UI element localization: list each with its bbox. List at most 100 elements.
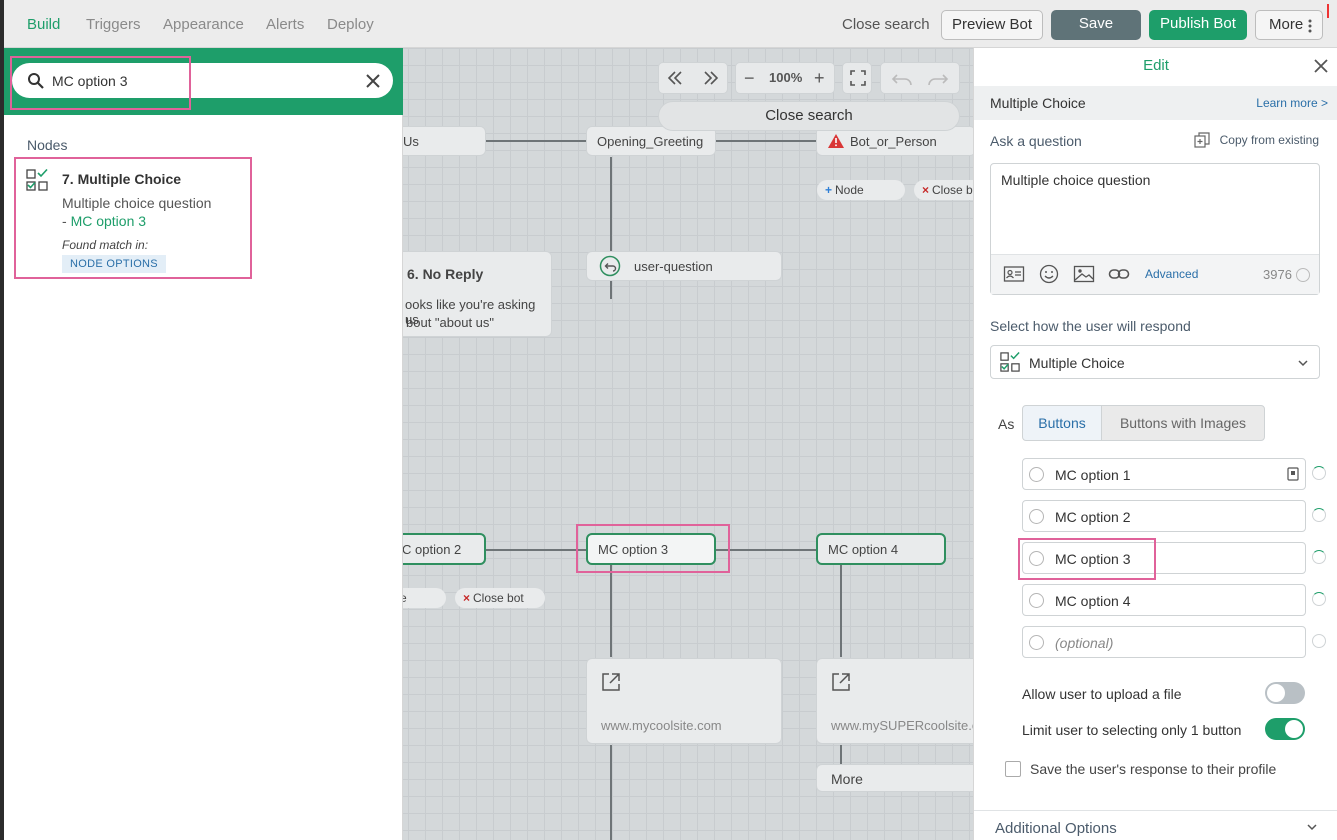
edge — [486, 549, 586, 551]
node-name: Multiple Choice — [990, 95, 1086, 111]
close-search-button[interactable]: Close search — [658, 101, 960, 131]
zoom-out-button[interactable]: − — [744, 63, 755, 93]
nodes-section-label: Nodes — [27, 137, 68, 153]
copy-icon — [1194, 132, 1210, 148]
node-mc-option-4[interactable]: MC option 4 — [816, 533, 946, 565]
edge — [716, 549, 816, 551]
phone-icon[interactable] — [1287, 467, 1299, 481]
zoom-in-button[interactable]: + — [814, 63, 825, 93]
option-row-2[interactable]: MC option 2 — [1022, 500, 1306, 532]
allow-upload-label: Allow user to upload a file — [1022, 686, 1182, 702]
result-highlight — [14, 157, 252, 279]
nav-arrows-group — [658, 62, 728, 94]
toggle-knob — [1267, 684, 1285, 702]
save-button[interactable]: Save — [1051, 10, 1141, 40]
option-label[interactable]: MC option 2 — [1055, 509, 1130, 525]
double-left-icon[interactable] — [667, 71, 683, 85]
respond-type-select[interactable]: Multiple Choice — [990, 345, 1320, 379]
additional-options-title: Additional Options — [995, 820, 1117, 837]
option-row-optional[interactable]: (optional) — [1022, 626, 1306, 658]
option-status-spinner — [1312, 634, 1326, 648]
search-input-highlight — [10, 56, 191, 110]
option-row-1[interactable]: MC option 1 — [1022, 458, 1306, 490]
respond-type-value: Multiple Choice — [1029, 355, 1125, 371]
option-row-4[interactable]: MC option 4 — [1022, 584, 1306, 616]
more-button[interactable]: More — [1255, 10, 1323, 40]
limit-one-label: Limit user to selecting only 1 button — [1022, 722, 1242, 738]
chevron-down-icon — [1298, 360, 1308, 367]
option-radio[interactable] — [1029, 635, 1044, 650]
advanced-link[interactable]: Advanced — [1145, 267, 1198, 281]
node-label: MC option 4 — [828, 542, 899, 557]
close-bot-pill[interactable]: × Close bot — [455, 588, 545, 608]
save-response-checkbox[interactable] — [1005, 761, 1021, 777]
multiple-choice-icon — [1000, 352, 1020, 372]
as-label: As — [998, 416, 1015, 432]
save-response-label[interactable]: Save the user's response to their profil… — [1030, 761, 1276, 777]
top-bar: Build Triggers Appearance Alerts Deploy … — [0, 0, 1337, 48]
publish-bot-button[interactable]: Publish Bot — [1149, 10, 1247, 40]
external-link-icon — [602, 673, 620, 691]
node-url: www.mycoolsite.com — [601, 718, 722, 733]
option-label[interactable]: MC option 4 — [1055, 593, 1130, 609]
copy-from-existing-link[interactable]: Copy from existing — [1194, 132, 1319, 148]
external-link-icon — [832, 673, 850, 691]
contact-card-icon[interactable] — [1003, 264, 1025, 284]
close-bot-pill[interactable]: × Close b — [914, 180, 973, 200]
plus-icon: + — [825, 183, 833, 197]
link-icon[interactable] — [1108, 264, 1130, 284]
tab-build[interactable]: Build — [27, 16, 60, 33]
tab-deploy[interactable]: Deploy — [327, 16, 374, 33]
question-textarea[interactable]: Multiple choice question — [1001, 172, 1309, 252]
search-panel: Nodes 7. Multiple Choice Multiple choice… — [4, 48, 403, 840]
additional-options-section[interactable]: Additional Options — [974, 810, 1337, 840]
node-more[interactable]: More — [816, 764, 973, 792]
edge — [610, 565, 612, 657]
close-search-link[interactable]: Close search — [842, 16, 930, 33]
tab-triggers[interactable]: Triggers — [86, 16, 140, 33]
node-no-reply[interactable]: 6. No Reply ooks like you're asking us b… — [380, 251, 552, 337]
buttons-with-images-tab[interactable]: Buttons with Images — [1101, 405, 1265, 441]
edit-panel-title: Edit — [1143, 57, 1169, 74]
emoji-icon[interactable] — [1038, 264, 1060, 284]
warning-icon — [828, 134, 844, 148]
option-radio[interactable] — [1029, 593, 1044, 608]
option-radio[interactable] — [1029, 509, 1044, 524]
tab-alerts[interactable]: Alerts — [266, 16, 304, 33]
limit-one-toggle[interactable] — [1265, 718, 1305, 740]
buttons-tab[interactable]: Buttons — [1022, 405, 1102, 441]
node-label: user-question — [634, 259, 713, 274]
close-x-icon: × — [463, 591, 471, 605]
option-status-spinner — [1312, 508, 1326, 522]
redo-icon[interactable] — [927, 73, 949, 85]
fullscreen-button[interactable] — [842, 62, 872, 94]
option-status-spinner — [1312, 466, 1326, 480]
clear-icon[interactable] — [363, 71, 383, 91]
learn-more-link[interactable]: Learn more > — [1256, 96, 1328, 110]
node-link-mycoolsite[interactable]: www.mycoolsite.com — [586, 658, 782, 744]
option-radio[interactable] — [1029, 467, 1044, 482]
option-highlight — [1018, 538, 1156, 580]
node-link-mysupercoolsite[interactable]: www.mySUPERcoolsite.co — [816, 658, 973, 744]
zoom-level: 100% — [769, 70, 803, 85]
option-placeholder[interactable]: (optional) — [1055, 635, 1113, 651]
node-title: 6. No Reply — [407, 266, 484, 282]
copy-label: Copy from existing — [1219, 133, 1319, 147]
add-node-pill[interactable]: + Node — [817, 180, 905, 200]
option-label[interactable]: MC option 1 — [1055, 467, 1130, 483]
history-group — [880, 62, 960, 94]
chevron-down-icon — [1307, 824, 1317, 831]
option-status-spinner — [1312, 592, 1326, 606]
edge — [840, 745, 842, 765]
allow-upload-toggle[interactable] — [1265, 682, 1305, 704]
close-icon[interactable] — [1311, 56, 1331, 76]
node-user-question[interactable]: user-question — [586, 251, 782, 281]
undo-icon[interactable] — [891, 73, 913, 85]
pill-label: Close b — [932, 183, 973, 197]
image-icon[interactable] — [1073, 264, 1095, 284]
node-label: Opening_Greeting — [597, 134, 704, 149]
tab-appearance[interactable]: Appearance — [163, 16, 244, 33]
edit-panel: Edit Multiple Choice Learn more > Ask a … — [973, 48, 1337, 840]
double-right-icon[interactable] — [703, 71, 719, 85]
preview-bot-button[interactable]: Preview Bot — [941, 10, 1043, 40]
